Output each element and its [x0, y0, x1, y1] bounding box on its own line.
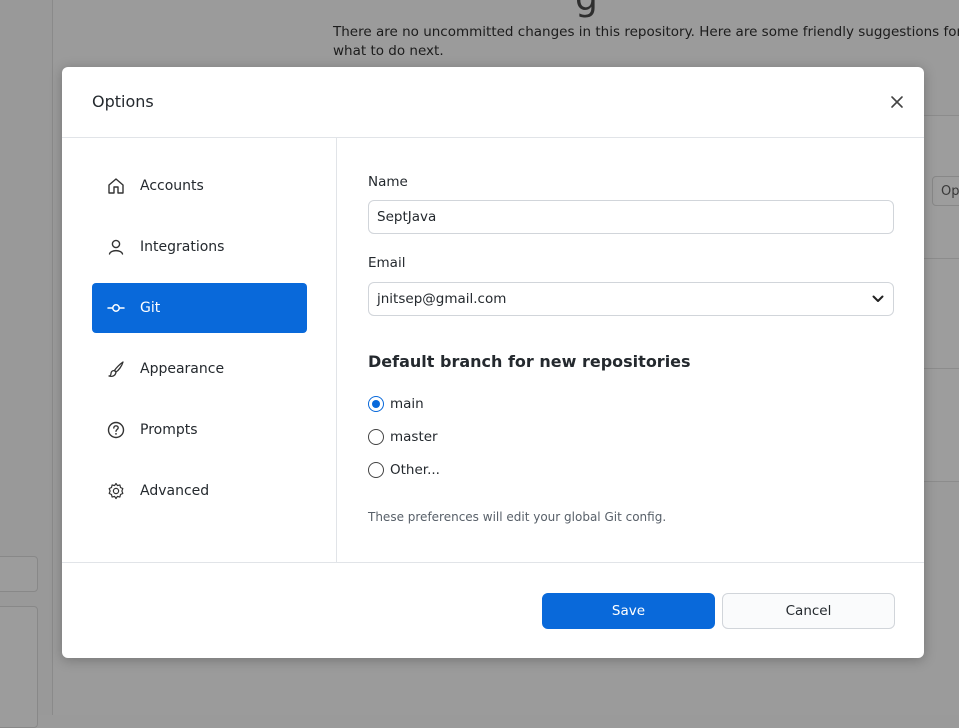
sidebar-item-label: Git: [140, 300, 161, 316]
sidebar-item-label: Integrations: [140, 239, 225, 255]
branch-option-label: Other...: [390, 462, 440, 478]
sidebar-item-appearance[interactable]: Appearance: [92, 344, 307, 394]
radio-button[interactable]: [368, 429, 384, 445]
sidebar-item-label: Advanced: [140, 483, 210, 499]
sidebar-item-integrations[interactable]: Integrations: [92, 222, 307, 272]
radio-button[interactable]: [368, 396, 384, 412]
email-label: Email: [368, 255, 406, 271]
sidebar-item-label: Prompts: [140, 422, 198, 438]
name-label: Name: [368, 174, 408, 190]
branch-option-label: main: [390, 396, 424, 412]
background-left-box: [0, 606, 38, 728]
background-divider: [920, 258, 959, 259]
email-selected-value: jnitsep@gmail.com: [377, 291, 507, 307]
background-title-fragment: g: [575, 0, 598, 19]
git-commit-icon: [106, 298, 126, 318]
paintbrush-icon: [106, 359, 126, 379]
close-button[interactable]: [888, 93, 906, 111]
person-icon: [106, 237, 126, 257]
sidebar-item-prompts[interactable]: Prompts: [92, 405, 307, 455]
global-config-hint: These preferences will edit your global …: [368, 510, 667, 524]
background-no-changes-message: There are no uncommitted changes in this…: [333, 24, 959, 59]
sidebar-item-label: Accounts: [140, 178, 204, 194]
branch-option-other[interactable]: Other...: [368, 459, 440, 481]
dialog-title: Options: [92, 92, 154, 111]
options-dialog: Options Accounts Integrations Git Appear…: [62, 67, 924, 658]
sidebar-item-accounts[interactable]: Accounts: [92, 161, 307, 211]
radio-button[interactable]: [368, 462, 384, 478]
dialog-footer: Save Cancel: [62, 562, 924, 658]
sidebar-item-advanced[interactable]: Advanced: [92, 466, 307, 516]
chevron-down-icon: [872, 295, 884, 302]
name-input[interactable]: [368, 200, 894, 234]
git-settings-panel: Name Email jnitsep@gmail.com Default bra…: [368, 138, 894, 562]
email-select[interactable]: jnitsep@gmail.com: [368, 282, 894, 316]
sidebar-item-label: Appearance: [140, 361, 225, 377]
question-icon: [106, 420, 126, 440]
options-sidebar: Accounts Integrations Git Appearance Pro…: [62, 138, 337, 562]
close-icon: [891, 96, 903, 108]
default-branch-heading: Default branch for new repositories: [368, 352, 691, 371]
branch-option-master[interactable]: master: [368, 426, 438, 448]
background-divider: [920, 368, 959, 369]
branch-option-main[interactable]: main: [368, 393, 424, 415]
background-left-box: [0, 556, 38, 592]
save-button[interactable]: Save: [542, 593, 715, 629]
gear-icon: [106, 481, 126, 501]
cancel-button[interactable]: Cancel: [722, 593, 895, 629]
dialog-header: Options: [62, 67, 924, 138]
background-suggestions-panel: [920, 115, 959, 482]
background-open-button: Op: [932, 176, 959, 206]
home-icon: [106, 176, 126, 196]
branch-option-label: master: [390, 429, 438, 445]
sidebar-item-git[interactable]: Git: [92, 283, 307, 333]
dialog-body: Accounts Integrations Git Appearance Pro…: [62, 138, 924, 562]
